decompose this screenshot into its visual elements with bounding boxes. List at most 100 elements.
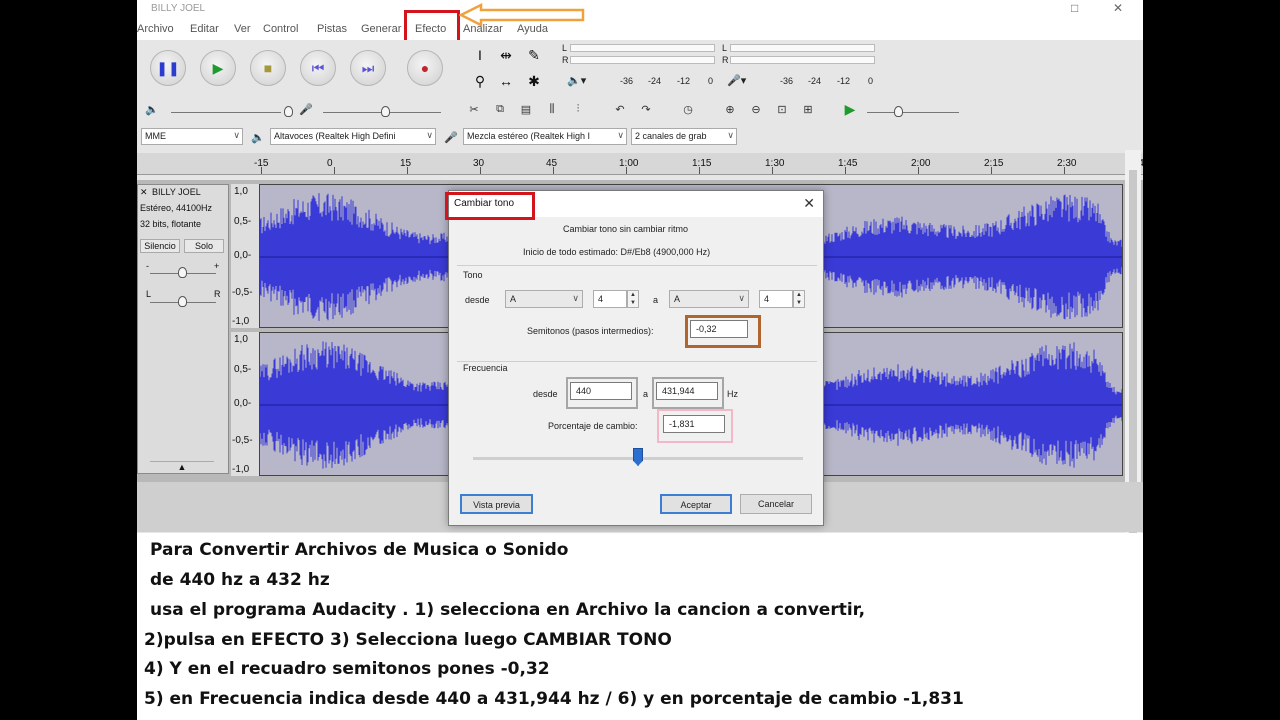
record-button[interactable]: ●	[407, 50, 443, 86]
timeline-ruler[interactable]: -1501530451:001:151:301:452:002:152:302:…	[137, 153, 1143, 175]
play-speed-knob[interactable]	[894, 106, 903, 117]
zoom-tool-icon[interactable]: ⚲	[469, 70, 491, 92]
silence-icon[interactable]: ⫶	[569, 100, 587, 118]
scale-label: 1,0	[234, 334, 248, 345]
zoom-in-icon[interactable]: ⊕	[721, 100, 739, 118]
to-octave-input[interactable]: 4	[759, 290, 793, 308]
dialog-title-highlight-box	[445, 192, 535, 220]
scale-label: 0,5-	[234, 216, 252, 227]
freq-desde-label: desde	[533, 389, 558, 399]
cancel-button[interactable]: Cancelar	[740, 494, 812, 514]
cut-icon[interactable]: ✂	[465, 100, 483, 118]
collapse-track-button[interactable]: ▲	[150, 461, 214, 473]
host-select[interactable]: MME ∨	[141, 128, 243, 145]
chevron-down-icon: ∨	[727, 130, 734, 140]
play-at-speed-icon[interactable]: ▶	[841, 100, 859, 118]
to-octave-spin[interactable]: ▲ ▼	[793, 290, 805, 308]
vertical-scale-bottom: 1,0 0,5- 0,0- -0,5- -1,0	[231, 332, 259, 476]
chevron-down-icon: ∨	[617, 130, 624, 140]
fit-selection-icon[interactable]: ⊡	[773, 100, 791, 118]
pitch-estimate: Inicio de todo estimado: D#/Eb8 (4900,00…	[523, 247, 711, 257]
rec-meter-r-label: R	[562, 55, 569, 65]
playback-volume-slider[interactable]	[171, 112, 281, 113]
pause-button[interactable]: ❚❚	[150, 50, 186, 86]
copy-icon[interactable]: ⧉	[491, 100, 509, 118]
speaker-icon: 🔈	[251, 131, 265, 144]
paste-icon[interactable]: ▤	[517, 100, 535, 118]
sync-lock-icon[interactable]: ◷	[679, 100, 697, 118]
trim-icon[interactable]: ⫼	[543, 100, 561, 118]
multi-tool-icon[interactable]: ✱	[523, 70, 545, 92]
solo-button[interactable]: Solo	[184, 239, 224, 253]
preview-button[interactable]: Vista previa	[460, 494, 533, 514]
input-device-select[interactable]: Mezcla estéreo (Realtek High I ∨	[463, 128, 627, 145]
play-button[interactable]: ▶	[200, 50, 236, 86]
play-meter-r-label: R	[722, 55, 729, 65]
menu-generar[interactable]: Generar	[361, 23, 401, 35]
from-octave-input[interactable]: 4	[593, 290, 627, 308]
zoom-out-icon[interactable]: ⊖	[747, 100, 765, 118]
timeshift-tool-icon[interactable]: ↔	[495, 70, 517, 92]
scale-label: -1,0	[232, 316, 250, 327]
track-close-icon[interactable]: ✕	[140, 187, 148, 198]
output-device-select[interactable]: Altavoces (Realtek High Defini ∨	[270, 128, 436, 145]
skip-start-button[interactable]: ⏮	[300, 50, 336, 86]
undo-icon[interactable]: ↶	[611, 100, 629, 118]
instruction-line: 2)pulsa en EFECTO 3) Selecciona luego CA…	[144, 630, 672, 650]
from-note-select[interactable]: A ∨	[505, 290, 583, 308]
play-speed-slider[interactable]	[867, 112, 959, 113]
meter-tick: -12	[677, 76, 691, 86]
redo-icon[interactable]: ↷	[637, 100, 655, 118]
instruction-line: 5) en Frecuencia indica desde 440 a 431,…	[144, 689, 964, 709]
mic-meter-icon[interactable]: 🎤▾	[727, 74, 746, 87]
speaker-meter-icon[interactable]: 🔈▾	[567, 74, 586, 87]
mic-icon: 🎤	[444, 131, 458, 144]
scale-label: 0,0-	[234, 250, 252, 261]
ruler-label: 2:30	[1057, 158, 1077, 169]
percent-slider-thumb[interactable]	[633, 448, 643, 466]
semitones-input[interactable]: -0,32	[690, 320, 748, 338]
mute-button[interactable]: Silencio	[140, 239, 180, 253]
freq-to-input[interactable]: 431,944	[656, 382, 718, 400]
percent-input[interactable]: -1,831	[663, 415, 725, 433]
pan-left-label: L	[146, 289, 152, 299]
envelope-tool-icon[interactable]: ⇹	[495, 44, 517, 66]
skip-end-button[interactable]: ⏭	[350, 50, 386, 86]
ok-button[interactable]: Aceptar	[660, 494, 732, 514]
gain-knob[interactable]	[178, 267, 187, 278]
gain-minus-label: -	[146, 261, 149, 271]
maximize-icon[interactable]: □	[1071, 1, 1078, 15]
from-octave-spin[interactable]: ▲ ▼	[627, 290, 639, 308]
close-icon[interactable]: ✕	[803, 195, 815, 212]
instruction-line: de 440 hz a 432 hz	[150, 570, 330, 590]
menu-editar[interactable]: Editar	[190, 23, 219, 35]
scale-label: -1,0	[232, 464, 250, 475]
rec-meter-left	[570, 44, 715, 52]
ruler-tick	[334, 167, 335, 174]
ruler-label: 1:30	[765, 158, 785, 169]
menu-pistas[interactable]: Pistas	[317, 23, 347, 35]
pan-knob[interactable]	[178, 296, 187, 307]
menu-ver[interactable]: Ver	[234, 23, 251, 35]
scale-label: 0,5-	[234, 364, 252, 375]
close-icon[interactable]: ✕	[1113, 1, 1123, 15]
rec-meter-right	[570, 56, 715, 64]
menu-archivo[interactable]: Archivo	[137, 23, 174, 35]
meter-tick: -24	[808, 76, 822, 86]
record-volume-knob[interactable]	[381, 106, 390, 117]
track-name[interactable]: BILLY JOEL	[152, 187, 201, 197]
meter-tick: -24	[648, 76, 662, 86]
stop-button[interactable]: ■	[250, 50, 286, 86]
meter-tick: -36	[620, 76, 634, 86]
tono-a-label: a	[653, 295, 659, 305]
pan-right-label: R	[214, 289, 221, 299]
playback-volume-knob[interactable]	[284, 106, 293, 117]
channels-select[interactable]: 2 canales de grab ∨	[631, 128, 737, 145]
draw-tool-icon[interactable]: ✎	[523, 44, 545, 66]
freq-from-input[interactable]: 440	[570, 382, 632, 400]
menu-control[interactable]: Control	[263, 23, 298, 35]
selection-tool-icon[interactable]: I	[469, 44, 491, 66]
hz-label: Hz	[727, 389, 738, 399]
to-note-select[interactable]: A ∨	[669, 290, 749, 308]
fit-project-icon[interactable]: ⊞	[799, 100, 817, 118]
